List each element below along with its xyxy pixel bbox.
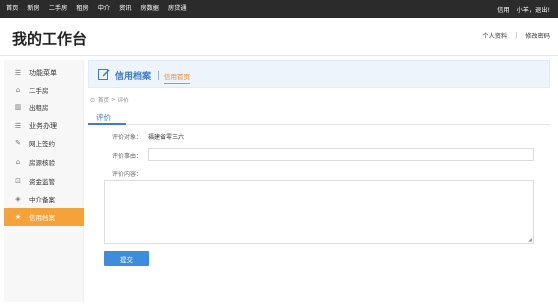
house-check-icon: ⌂ — [15, 158, 21, 166]
edit-document-icon — [98, 69, 110, 80]
section-divider — [88, 124, 550, 125]
nav-agency[interactable]: 中介 — [98, 0, 110, 18]
top-nav-bar: 首页 新房 二手房 租房 中介 资讯 房数据 房贷通 信用 小羊，退出! — [0, 0, 558, 18]
sidebar: ☰ 功能菜单 ⌂ 二手房 ▥ 出租房 ☰ 业务办理 ✎ 网上签约 ⌂ 房源核验 … — [4, 60, 84, 302]
sidebar-item-label: 业务办理 — [29, 122, 57, 130]
content-textarea[interactable]: ◢ — [104, 180, 534, 244]
sidebar-item-label: 网上签约 — [29, 140, 55, 148]
credit-title: 信用档案 — [115, 72, 152, 82]
nav-news[interactable]: 资讯 — [119, 0, 131, 18]
layers-icon: ◈ — [15, 195, 21, 203]
user-logout[interactable]: 小羊，退出! — [517, 5, 550, 14]
sidebar-header-menu: ☰ 功能菜单 — [4, 66, 84, 80]
profile-link[interactable]: 个人资料 — [482, 31, 507, 40]
sidebar-item-rental[interactable]: ▥ 出租房 — [4, 100, 84, 114]
tab-credit-home[interactable]: 信用首页 — [164, 71, 190, 84]
edit-icon: ✎ — [15, 139, 21, 147]
sidebar-item-label: 二手房 — [29, 87, 49, 95]
list-icon: ☰ — [14, 122, 22, 130]
section-tab-evaluate[interactable]: 评价 — [96, 112, 111, 123]
header-links: 个人资料 | 修改密码 — [482, 31, 550, 40]
sidebar-item-label: 中介备案 — [29, 196, 55, 204]
top-nav: 首页 新房 二手房 租房 中介 资讯 房数据 房贷通 — [6, 0, 196, 18]
credit-header: 信用档案 信用首页 — [88, 60, 550, 88]
sidebar-item-fund-supervision[interactable]: ⊡ 资金监管 — [4, 174, 84, 188]
link-separator: | — [515, 32, 518, 39]
user-greeting[interactable]: 信用 — [497, 5, 509, 14]
section-tab-underline — [88, 123, 126, 125]
content-label: 评价内容： — [112, 171, 143, 178]
menu-icon: ☰ — [14, 69, 22, 77]
sidebar-item-house-verify[interactable]: ⌂ 房源核验 — [4, 155, 84, 169]
page-title: 我的工作台 — [12, 30, 88, 48]
sidebar-item-second-hand[interactable]: ⌂ 二手房 — [4, 83, 84, 97]
breadcrumb: ⊙ 首页 > 评价 — [90, 96, 129, 105]
building-icon: ▥ — [14, 103, 22, 111]
home-icon: ⊙ — [90, 96, 96, 104]
nav-new-house[interactable]: 新房 — [27, 0, 39, 18]
reason-input[interactable] — [148, 148, 534, 161]
title-divider — [158, 71, 159, 80]
nav-house-data[interactable]: 房数据 — [140, 0, 159, 18]
breadcrumb-home[interactable]: 首页 — [98, 96, 109, 104]
sidebar-item-online-sign[interactable]: ✎ 网上签约 — [4, 136, 84, 150]
page-header: 我的工作台 个人资料 | 修改密码 — [0, 18, 558, 56]
nav-second-hand[interactable]: 二手房 — [49, 0, 68, 18]
star-icon: ★ — [14, 213, 22, 221]
reason-label: 评价事由： — [112, 153, 143, 160]
resize-handle-icon[interactable]: ◢ — [528, 238, 532, 243]
sidebar-header-business: ☰ 业务办理 — [4, 119, 84, 133]
breadcrumb-current: 评价 — [117, 98, 129, 104]
lock-icon: ⊡ — [15, 177, 21, 185]
sidebar-item-label: 信用档案 — [29, 214, 55, 222]
breadcrumb-arrow: > — [111, 97, 116, 103]
sidebar-item-label: 出租房 — [29, 104, 49, 112]
sidebar-item-label: 房源核验 — [29, 159, 55, 167]
sidebar-item-label: 资金监管 — [29, 178, 55, 186]
nav-loan[interactable]: 房贷通 — [168, 0, 187, 18]
house-icon: ⌂ — [15, 86, 21, 94]
nav-home[interactable]: 首页 — [6, 0, 18, 18]
sidebar-item-agency-record[interactable]: ◈ 中介备案 — [4, 192, 84, 206]
target-label: 评价对象： — [112, 134, 143, 141]
change-password-link[interactable]: 修改密码 — [525, 31, 550, 40]
submit-button[interactable]: 提交 — [104, 251, 149, 266]
main-content: 信用档案 信用首页 ⊙ 首页 > 评价 评价 评价对象： 福建省零三六 评价事由… — [88, 60, 554, 302]
sidebar-item-label: 功能菜单 — [29, 69, 57, 77]
target-value: 福建省零三六 — [148, 134, 185, 141]
user-info: 信用 小羊，退出! — [490, 0, 550, 18]
nav-rent[interactable]: 租房 — [76, 0, 88, 18]
sidebar-item-credit-file[interactable]: ★ 信用档案 — [4, 208, 84, 226]
